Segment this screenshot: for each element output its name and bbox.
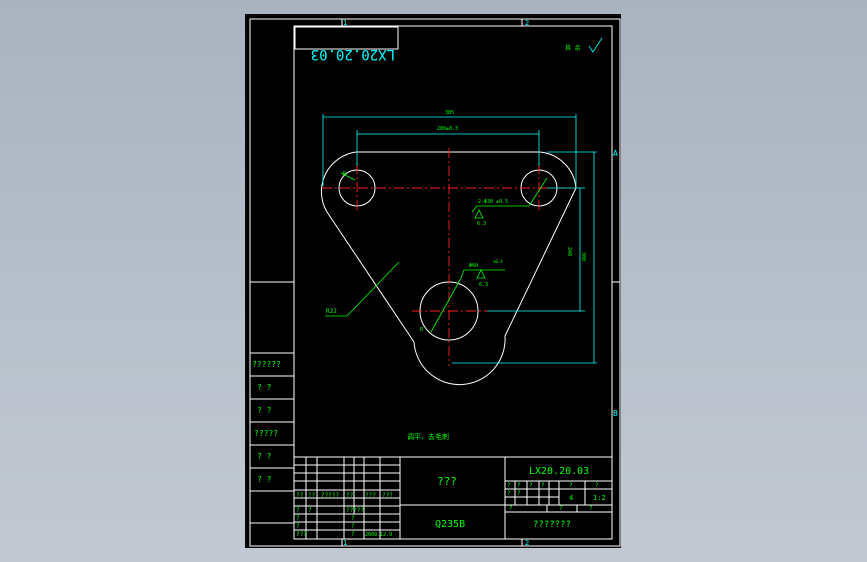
tech-note: 调平、去毛刺 <box>407 432 449 441</box>
dim-overall-width: 385 <box>445 110 454 116</box>
zone-label: B <box>613 409 618 418</box>
zone-label: 2 <box>525 539 529 547</box>
sign-label: ????? <box>321 492 339 499</box>
zone-label: A <box>613 149 618 158</box>
design-label: ? <box>296 507 300 514</box>
dim-hole-spacing: 280±0.3 <box>437 126 458 132</box>
design-mid: ? <box>351 523 355 530</box>
stage-header: ? <box>595 482 599 489</box>
side-table <box>249 352 295 524</box>
dim-small-holes: 2-Φ30 ±0.5 <box>478 199 508 205</box>
dim-big-hole-tol: ±0.4 <box>493 259 503 264</box>
side-table-cell: ?????? <box>252 360 281 369</box>
sign-label: ??? <box>382 492 393 499</box>
dim-small-roughness: 6.3 <box>477 221 486 227</box>
dim-big-roughness: 6.3 <box>479 282 488 288</box>
zone-label: 1 <box>343 539 347 547</box>
side-table-cell: ? ? <box>257 383 272 392</box>
part-name: ??? <box>437 475 457 488</box>
date: 2009.12.9 <box>365 532 392 538</box>
sign-label: ??? <box>365 492 376 499</box>
leader-line <box>471 205 529 213</box>
dim-side-radius: R22 <box>326 308 337 315</box>
roughness-note: 其 余 <box>565 44 581 52</box>
dim-big-radius: R <box>420 327 424 333</box>
drawing-sheet: 1 2 1 2 A B LX20.20.03 其 余 385 280±0.3 2… <box>245 14 621 548</box>
sign-label: ?? <box>296 492 304 499</box>
scale: 1:2 <box>593 494 606 502</box>
stage-header: ? <box>507 490 511 497</box>
drawing-canvas: 1 2 1 2 A B LX20.20.03 其 余 385 280±0.3 2… <box>249 18 621 547</box>
leader-line <box>528 177 548 207</box>
sheet-label: ? <box>559 505 563 512</box>
company: ??????? <box>533 520 571 530</box>
side-table-cell: ? ? <box>257 475 272 484</box>
leader-line <box>430 277 462 333</box>
design-label: ? <box>296 523 300 530</box>
sheet-label: ? <box>589 505 593 512</box>
design-mid: ? <box>351 531 355 538</box>
sheet-label: ? <box>509 505 513 512</box>
drawing-code: LX20.20.03 <box>529 466 589 477</box>
design-label: ??? <box>296 531 307 538</box>
side-table-cell: ????? <box>254 429 278 438</box>
code-box <box>294 26 399 50</box>
side-table-cell: ? ? <box>257 406 272 415</box>
dim-big-hole: Φ60 <box>469 263 478 269</box>
dim-height-outer: 300 <box>580 252 586 261</box>
stage-header: ? <box>541 482 545 489</box>
design-mid: ????? <box>346 507 364 514</box>
zone-label: 2 <box>525 19 529 27</box>
design-label: ? <box>296 515 300 522</box>
zone-label: 1 <box>343 19 347 27</box>
stage-header: ? <box>569 482 573 489</box>
dim-height-inner: 240 <box>566 247 572 256</box>
sign-label: ?? <box>346 492 354 499</box>
roughness-symbol-icon <box>588 37 603 53</box>
material: Q235B <box>435 519 465 530</box>
drawing-code-mirrored: LX20.20.03 <box>311 46 395 62</box>
stage-header: ? <box>517 482 521 489</box>
roughness-symbol-icon <box>474 209 484 219</box>
count: 4 <box>569 494 573 502</box>
stage-header: ? <box>529 482 533 489</box>
side-table-cell: ? ? <box>257 452 272 461</box>
design-label: ? <box>308 507 312 514</box>
design-mid: ? <box>351 515 355 522</box>
sign-label: ?? <box>308 492 316 499</box>
stage-header: ? <box>507 482 511 489</box>
roughness-symbol-icon <box>476 269 486 279</box>
stage-header: ? <box>517 490 521 497</box>
